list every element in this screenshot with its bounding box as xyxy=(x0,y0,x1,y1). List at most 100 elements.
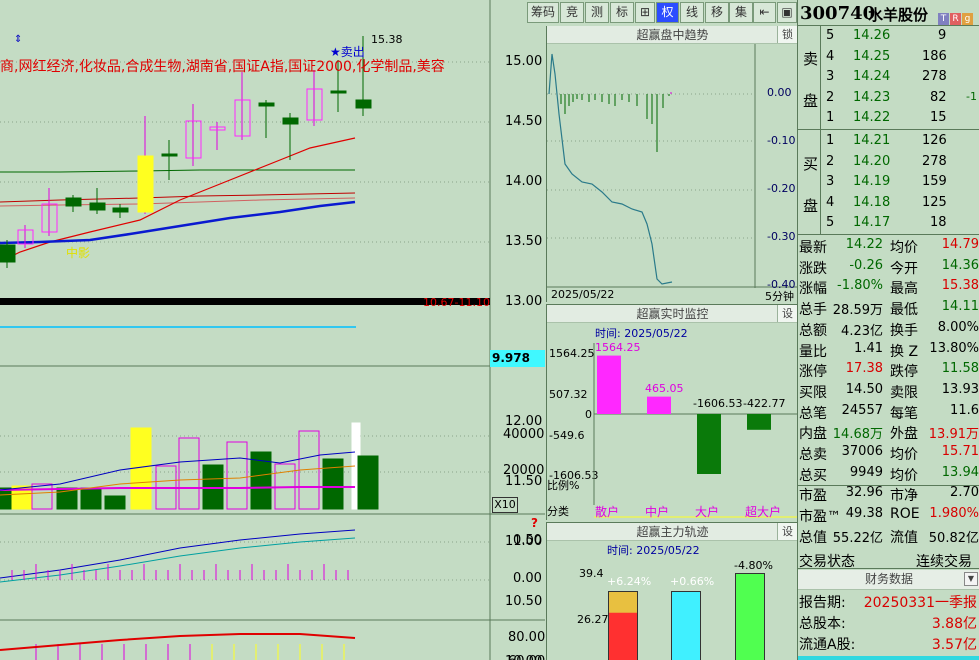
monitor-class-label: 中户 xyxy=(645,505,670,519)
quote-value: 14.22 xyxy=(845,237,883,252)
quote-value: 17.38 xyxy=(845,361,883,377)
stock-header: 300740 水羊股份 TRg xyxy=(798,0,979,26)
trend-interval[interactable]: 5分钟 xyxy=(765,288,794,304)
track-title: 超赢主力轨迹 xyxy=(636,525,709,539)
book-level: 3 xyxy=(826,174,835,189)
buy-price[interactable]: 14.17 xyxy=(853,215,890,230)
trade-status-label: 交易状态 xyxy=(799,554,855,570)
quote-value: 14.68万 xyxy=(832,427,883,443)
quote-value: 32.96 xyxy=(845,485,883,501)
quote-panel: 300740 水羊股份 TRg 卖盘买盘 5 14.26 9 4 14.25 186 3 14.… xyxy=(797,0,979,660)
indicator-help-icon[interactable]: ? xyxy=(531,516,538,530)
buy-volume: 159 xyxy=(922,174,947,189)
lock-button[interactable]: 锁 xyxy=(777,26,797,43)
quote-label: 量比 xyxy=(799,343,827,360)
stock-badge: R xyxy=(950,13,961,25)
sell-price[interactable]: 14.23 xyxy=(853,90,890,105)
monitor-chart xyxy=(593,343,798,518)
monitor-bar-value: -422.77 xyxy=(743,397,786,410)
sell-price[interactable]: 14.22 xyxy=(853,110,890,125)
toolbar-tab-9[interactable]: ⇤ xyxy=(753,2,776,23)
trend-tick: -0.30 xyxy=(767,230,796,243)
quote-label: 今开 xyxy=(890,260,918,277)
track-panel: 超赢主力轨迹 设 时间: 2025/05/22 39.4 26.27 +6.24% +… xyxy=(546,522,798,660)
book-level: 2 xyxy=(826,89,835,105)
book-divider xyxy=(820,26,821,235)
sell-volume: 82 xyxy=(930,89,947,105)
toolbar-tab-2[interactable]: 测 xyxy=(585,2,609,23)
monitor-bar-value: 465.05 xyxy=(645,381,684,395)
quote-label: 总手 xyxy=(799,302,827,319)
trend-tick: -0.10 xyxy=(767,134,796,147)
indicator2-tick: 60.00 xyxy=(508,654,545,660)
toolbar-tab-5[interactable]: 权 xyxy=(656,2,679,23)
monitor-bar-value: -1606.53 xyxy=(693,397,743,410)
volume-bar xyxy=(357,455,379,510)
track-time: 时间: 2025/05/22 xyxy=(607,544,700,557)
track-bar xyxy=(671,591,701,660)
quote-label: 总卖 xyxy=(799,447,827,463)
quote-label: 市净 xyxy=(890,488,918,505)
finance-header[interactable]: 财务数据 ▼ xyxy=(798,570,979,590)
indicator-tick: 0.50 xyxy=(513,533,542,548)
toolbar-tab-8[interactable]: 集 xyxy=(729,2,753,23)
toolbar-tab-0[interactable]: 筹码 xyxy=(527,2,559,23)
main-chart-area[interactable]: 商,网红经济,化妆品,合成生物,湖南省,国证A指,国证2000,化学制品,美容 … xyxy=(0,0,545,660)
track-tick: 26.27 xyxy=(577,613,609,626)
toolbar-tab-3[interactable]: 标 xyxy=(610,2,634,23)
buy-price[interactable]: 14.21 xyxy=(853,133,890,148)
quote-value: 2.70 xyxy=(950,485,979,501)
buy-volume: 126 xyxy=(922,133,947,148)
chevron-down-icon[interactable]: ▼ xyxy=(964,572,978,586)
monitor-class-label: 超大户 xyxy=(745,505,782,519)
sell-price[interactable]: 14.25 xyxy=(853,49,890,64)
quote-label: 涨幅 xyxy=(799,281,827,298)
buy-price[interactable]: 14.20 xyxy=(853,154,890,169)
toolbar-tab-4[interactable]: ⊞ xyxy=(635,2,655,23)
quote-value: 1.980% xyxy=(929,506,979,522)
toolbar-tab-7[interactable]: 移 xyxy=(705,2,729,23)
candle-body xyxy=(89,202,106,211)
buy-label: 盘 xyxy=(803,197,819,215)
buy-price[interactable]: 14.19 xyxy=(853,174,890,189)
finance-value: 3.57亿 xyxy=(931,637,977,653)
book-level: 5 xyxy=(826,28,835,43)
stock-badge: g xyxy=(962,13,973,25)
buy-volume: 278 xyxy=(922,153,947,169)
quote-label: 换手 xyxy=(890,322,918,339)
candle-body xyxy=(258,102,275,107)
quote-value: 11.6 xyxy=(950,402,979,418)
finance-title: 财务数据 xyxy=(864,572,913,586)
trade-status-value: 连续交易 xyxy=(916,554,972,570)
candlestick-chart[interactable] xyxy=(0,0,545,660)
track-settings-button[interactable]: 设 xyxy=(777,523,797,540)
quote-value: 37006 xyxy=(841,444,883,459)
vol-multiplier[interactable]: X10 xyxy=(492,497,518,513)
quote-value: 13.94 xyxy=(941,464,979,480)
quote-label: 每笔 xyxy=(890,405,918,422)
toolbar-tab-10[interactable]: ▣ xyxy=(777,2,797,23)
quote-label: 卖限 xyxy=(890,384,918,401)
sell-price[interactable]: 14.26 xyxy=(853,28,890,43)
quote-value: 4.23亿 xyxy=(841,323,883,339)
quote-label: 买限 xyxy=(799,384,827,401)
quote-label: 市盈™ xyxy=(799,509,841,526)
toolbar-tab-1[interactable]: 竞 xyxy=(560,2,584,23)
buy-price[interactable]: 14.18 xyxy=(853,195,890,210)
book-level: 1 xyxy=(826,110,835,125)
quote-label: 内盘 xyxy=(799,426,827,443)
volume-tick: 20000 xyxy=(503,463,545,478)
sell-volume: 9 xyxy=(938,28,947,43)
quote-label: 总笔 xyxy=(799,405,827,422)
toolbar-tab-6[interactable]: 线 xyxy=(680,2,704,23)
quote-value: 14.79 xyxy=(941,237,979,252)
scroll-indicator[interactable]: ⇕ xyxy=(14,34,22,45)
trade-status-row: 交易状态 连续交易 xyxy=(798,549,979,570)
track-bar xyxy=(735,573,765,660)
ratio-label: 比例% xyxy=(547,479,580,492)
price-tick: 14.50 xyxy=(505,114,543,129)
sell-price[interactable]: 14.24 xyxy=(853,69,890,84)
buy-label: 买 xyxy=(803,155,819,173)
sell-volume: 15 xyxy=(930,110,947,125)
monitor-bar xyxy=(647,396,671,414)
